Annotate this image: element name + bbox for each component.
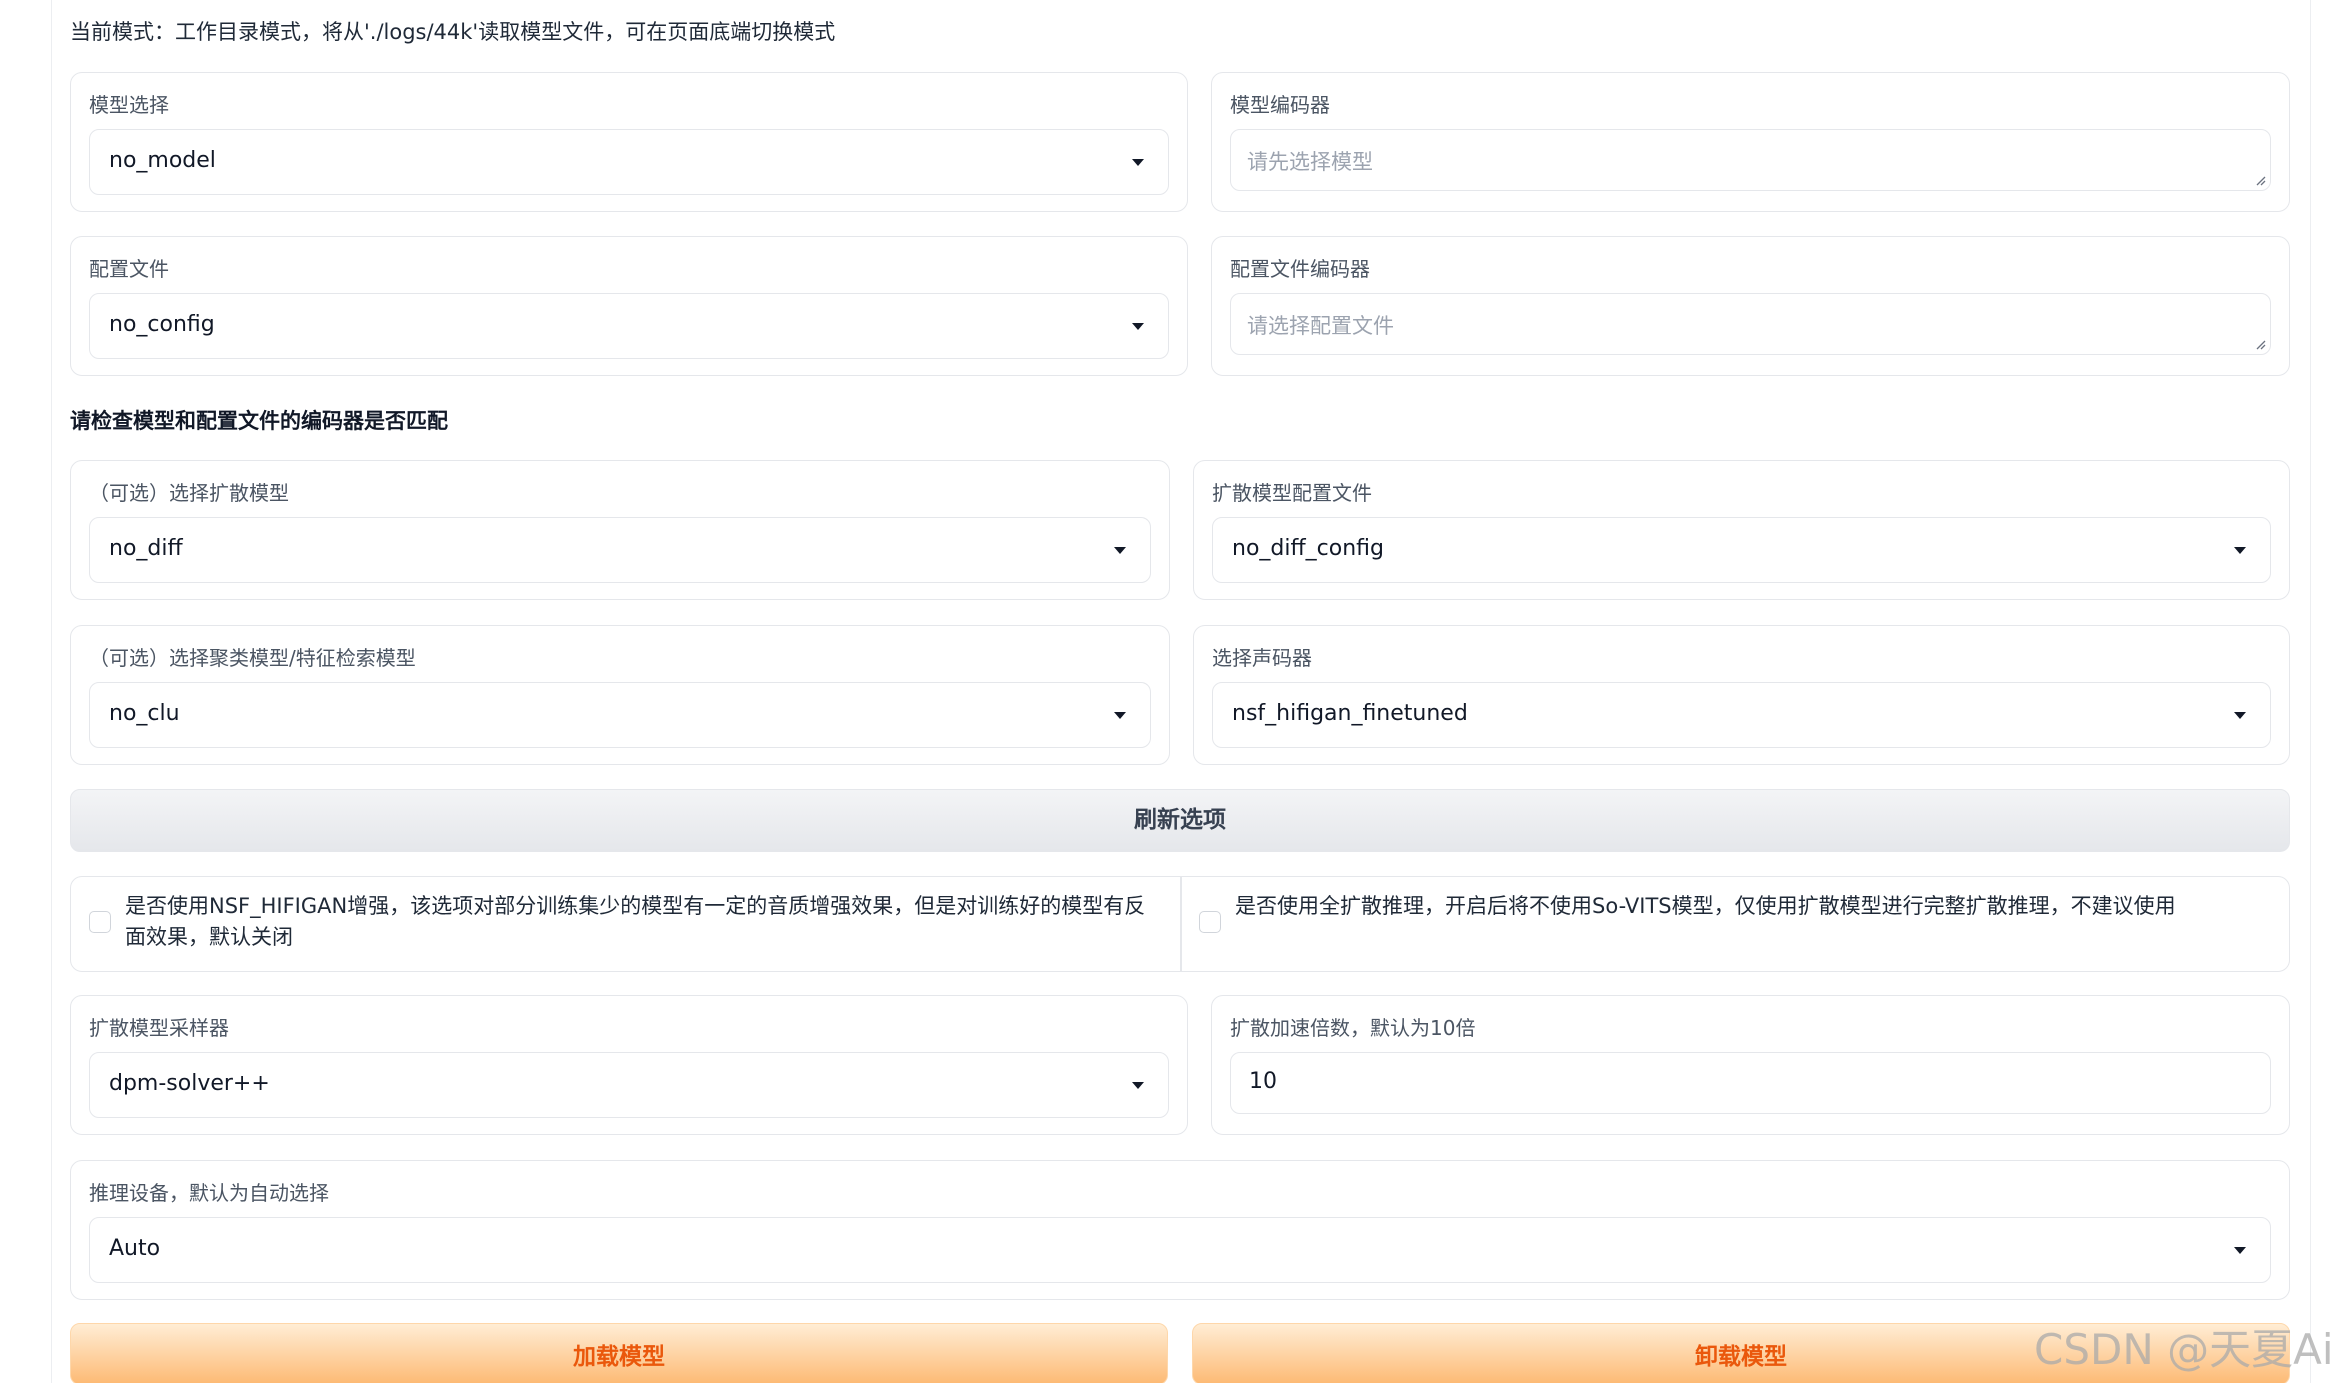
diffusion-config-label: 扩散模型配置文件 xyxy=(1212,481,1372,505)
diffusion-model-value: no_diff xyxy=(109,536,183,561)
diffusion-model-block: （可选）选择扩散模型 no_diff xyxy=(70,460,1170,600)
diffusion-speedup-label: 扩散加速倍数，默认为10倍 xyxy=(1230,1016,1476,1040)
vocoder-dropdown[interactable]: nsf_hifigan_finetuned xyxy=(1212,682,2271,748)
model-encoder-textarea[interactable]: 请先选择模型 xyxy=(1230,129,2271,191)
chevron-down-icon xyxy=(2234,547,2246,554)
nsf-hifigan-label: 是否使用NSF_HIFIGAN增强，该选项对部分训练集少的模型有一定的音质增强效… xyxy=(125,894,1146,949)
diffusion-sampler-label: 扩散模型采样器 xyxy=(89,1016,229,1040)
diffusion-sampler-value: dpm-solver++ xyxy=(109,1071,270,1096)
nsf-hifigan-option: 是否使用NSF_HIFIGAN增强，该选项对部分训练集少的模型有一定的音质增强效… xyxy=(71,877,1180,971)
model-select-value: no_model xyxy=(109,148,216,173)
chevron-down-icon xyxy=(1114,712,1126,719)
csdn-watermark: CSDN @天夏Ai xyxy=(2034,1325,2331,1374)
resize-handle-icon[interactable] xyxy=(2254,174,2266,186)
encoder-check-heading: 请检查模型和配置文件的编码器是否匹配 xyxy=(70,409,448,433)
config-file-dropdown[interactable]: no_config xyxy=(89,293,1169,359)
refresh-options-button[interactable]: 刷新选项 xyxy=(70,789,2290,852)
cluster-model-dropdown[interactable]: no_clu xyxy=(89,682,1151,748)
diffusion-model-label: （可选）选择扩散模型 xyxy=(89,481,289,505)
vocoder-block: 选择声码器 nsf_hifigan_finetuned xyxy=(1193,625,2290,765)
diffusion-config-block: 扩散模型配置文件 no_diff_config xyxy=(1193,460,2290,600)
config-encoder-block: 配置文件编码器 请选择配置文件 xyxy=(1211,236,2290,376)
config-encoder-placeholder: 请选择配置文件 xyxy=(1247,314,1394,338)
model-encoder-label: 模型编码器 xyxy=(1230,93,1330,117)
chevron-down-icon xyxy=(1132,159,1144,166)
nsf-hifigan-checkbox[interactable] xyxy=(89,911,111,933)
vocoder-label: 选择声码器 xyxy=(1212,646,1312,670)
cluster-model-block: （可选）选择聚类模型/特征检索模型 no_clu xyxy=(70,625,1170,765)
diffusion-speedup-block: 扩散加速倍数，默认为10倍 10 xyxy=(1211,995,2290,1135)
model-select-label: 模型选择 xyxy=(89,93,169,117)
diffusion-model-dropdown[interactable]: no_diff xyxy=(89,517,1151,583)
inference-device-block: 推理设备，默认为自动选择 Auto xyxy=(70,1160,2290,1300)
inference-device-label: 推理设备，默认为自动选择 xyxy=(89,1181,329,1205)
config-file-block: 配置文件 no_config xyxy=(70,236,1188,376)
inference-device-dropdown[interactable]: Auto xyxy=(89,1217,2271,1283)
diffusion-sampler-dropdown[interactable]: dpm-solver++ xyxy=(89,1052,1169,1118)
cluster-model-label: （可选）选择聚类模型/特征检索模型 xyxy=(89,646,416,670)
model-select-block: 模型选择 no_model xyxy=(70,72,1188,212)
diffusion-config-dropdown[interactable]: no_diff_config xyxy=(1212,517,2271,583)
chevron-down-icon xyxy=(2234,712,2246,719)
full-diffusion-option: 是否使用全扩散推理，开启后将不使用So-VITS模型，仅使用扩散模型进行完整扩散… xyxy=(1181,877,2289,971)
chevron-down-icon xyxy=(1132,323,1144,330)
diffusion-speedup-value: 10 xyxy=(1249,1069,1277,1094)
chevron-down-icon xyxy=(1132,1082,1144,1089)
inference-device-value: Auto xyxy=(109,1236,161,1261)
full-diffusion-label: 是否使用全扩散推理，开启后将不使用So-VITS模型，仅使用扩散模型进行完整扩散… xyxy=(1235,894,2176,918)
model-encoder-block: 模型编码器 请先选择模型 xyxy=(1211,72,2290,212)
config-file-value: no_config xyxy=(109,312,215,337)
options-checkbox-row: 是否使用NSF_HIFIGAN增强，该选项对部分训练集少的模型有一定的音质增强效… xyxy=(70,876,2290,972)
full-diffusion-checkbox[interactable] xyxy=(1199,911,1221,933)
diffusion-speedup-input[interactable]: 10 xyxy=(1230,1052,2271,1114)
chevron-down-icon xyxy=(1114,547,1126,554)
diffusion-sampler-block: 扩散模型采样器 dpm-solver++ xyxy=(70,995,1188,1135)
vocoder-value: nsf_hifigan_finetuned xyxy=(1232,701,1468,726)
diffusion-config-value: no_diff_config xyxy=(1232,536,1384,561)
model-encoder-placeholder: 请先选择模型 xyxy=(1247,150,1373,174)
mode-notice: 当前模式：工作目录模式，将从'./logs/44k'读取模型文件，可在页面底端切… xyxy=(70,20,836,44)
chevron-down-icon xyxy=(2234,1247,2246,1254)
config-file-label: 配置文件 xyxy=(89,257,169,281)
load-model-button[interactable]: 加载模型 xyxy=(70,1323,1168,1383)
config-encoder-textarea[interactable]: 请选择配置文件 xyxy=(1230,293,2271,355)
cluster-model-value: no_clu xyxy=(109,701,180,726)
resize-handle-icon[interactable] xyxy=(2254,338,2266,350)
config-encoder-label: 配置文件编码器 xyxy=(1230,257,1370,281)
model-select-dropdown[interactable]: no_model xyxy=(89,129,1169,195)
